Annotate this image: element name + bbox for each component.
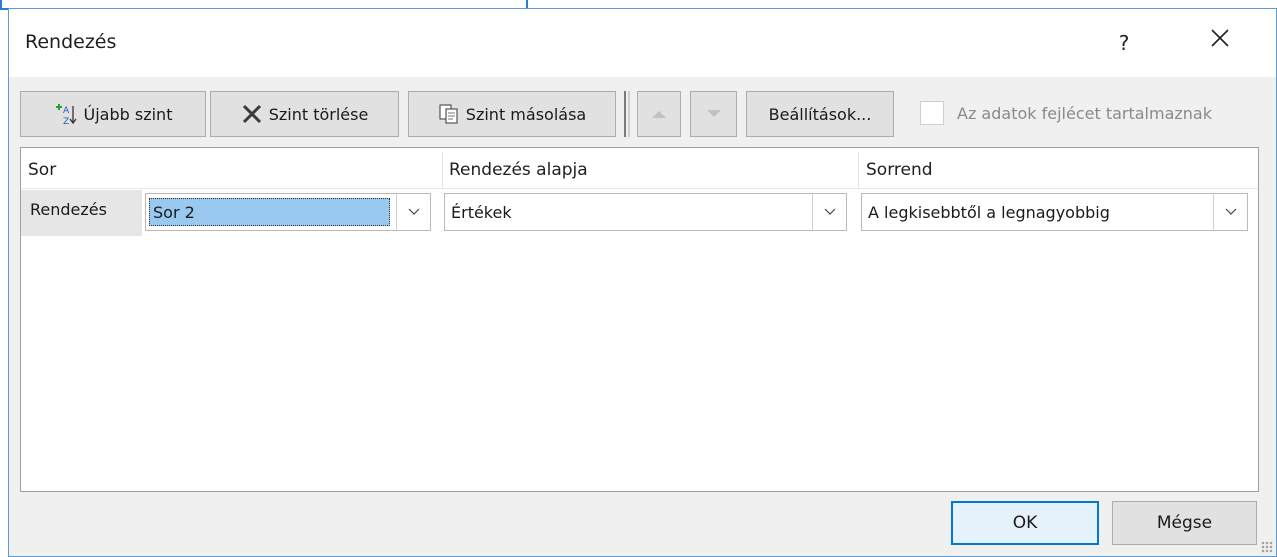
sort-on-select[interactable]: Értékek — [444, 193, 847, 231]
copy-level-label: Szint másolása — [465, 104, 587, 124]
move-up-button[interactable] — [637, 91, 681, 137]
close-icon — [1211, 29, 1229, 47]
sort-on-dropdown[interactable] — [812, 194, 846, 230]
column-header-sort-on: Rendezés alapja — [449, 160, 588, 180]
copy-icon — [439, 104, 458, 124]
add-level-button[interactable]: A Z Újabb szint — [20, 91, 206, 137]
order-dropdown[interactable] — [1213, 194, 1247, 230]
chevron-down-icon — [408, 208, 419, 215]
row-select-value: Sor 2 — [149, 198, 390, 226]
svg-text:Z: Z — [63, 117, 69, 126]
toolbar-separator — [624, 91, 630, 137]
row-select[interactable]: Sor 2 — [145, 193, 431, 231]
header-row-checkbox[interactable] — [920, 101, 944, 125]
close-button[interactable] — [1197, 23, 1243, 63]
column-divider — [858, 152, 859, 188]
move-down-button[interactable] — [690, 91, 737, 137]
svg-text:A: A — [63, 106, 70, 116]
cancel-button[interactable]: Mégse — [1112, 501, 1257, 545]
order-select[interactable]: A legkisebbtől a legnagyobbig — [861, 193, 1248, 231]
delete-level-button[interactable]: Szint törlése — [210, 91, 399, 137]
delete-x-icon — [242, 104, 261, 124]
copy-level-button[interactable]: Szint másolása — [408, 91, 616, 137]
header-divider — [21, 188, 1258, 189]
order-value: A legkisebbtől a legnagyobbig — [868, 203, 1110, 222]
sort-add-icon: A Z — [55, 104, 77, 126]
chevron-down-icon — [1225, 208, 1236, 215]
ok-button[interactable]: OK — [951, 501, 1099, 545]
options-button[interactable]: Beállítások... — [746, 91, 894, 137]
arrow-up-icon — [652, 111, 666, 118]
options-label: Beállítások... — [768, 104, 872, 124]
add-level-label: Újabb szint — [83, 104, 173, 124]
header-row-checkbox-label: Az adatok fejlécet tartalmaznak — [957, 104, 1212, 123]
column-header-row: Sor — [28, 160, 57, 180]
help-button[interactable]: ? — [1104, 23, 1144, 63]
title-bar: Rendezés ? — [9, 9, 1276, 77]
row-label: Rendezés — [30, 200, 107, 219]
sort-dialog: Rendezés ? A Z Újabb szint Szint törlése… — [8, 8, 1277, 557]
column-header-order: Sorrend — [866, 160, 933, 180]
sort-levels-grid: Sor Rendezés alapja Sorrend Rendezés Sor… — [20, 147, 1259, 492]
chevron-down-icon — [824, 208, 835, 215]
arrow-down-icon — [706, 110, 721, 117]
delete-level-label: Szint törlése — [268, 104, 369, 124]
column-divider — [442, 152, 443, 188]
resize-grip[interactable] — [1261, 541, 1273, 553]
dialog-title: Rendezés — [25, 31, 117, 53]
row-select-dropdown[interactable] — [396, 194, 430, 230]
sort-on-value: Értékek — [451, 203, 512, 222]
